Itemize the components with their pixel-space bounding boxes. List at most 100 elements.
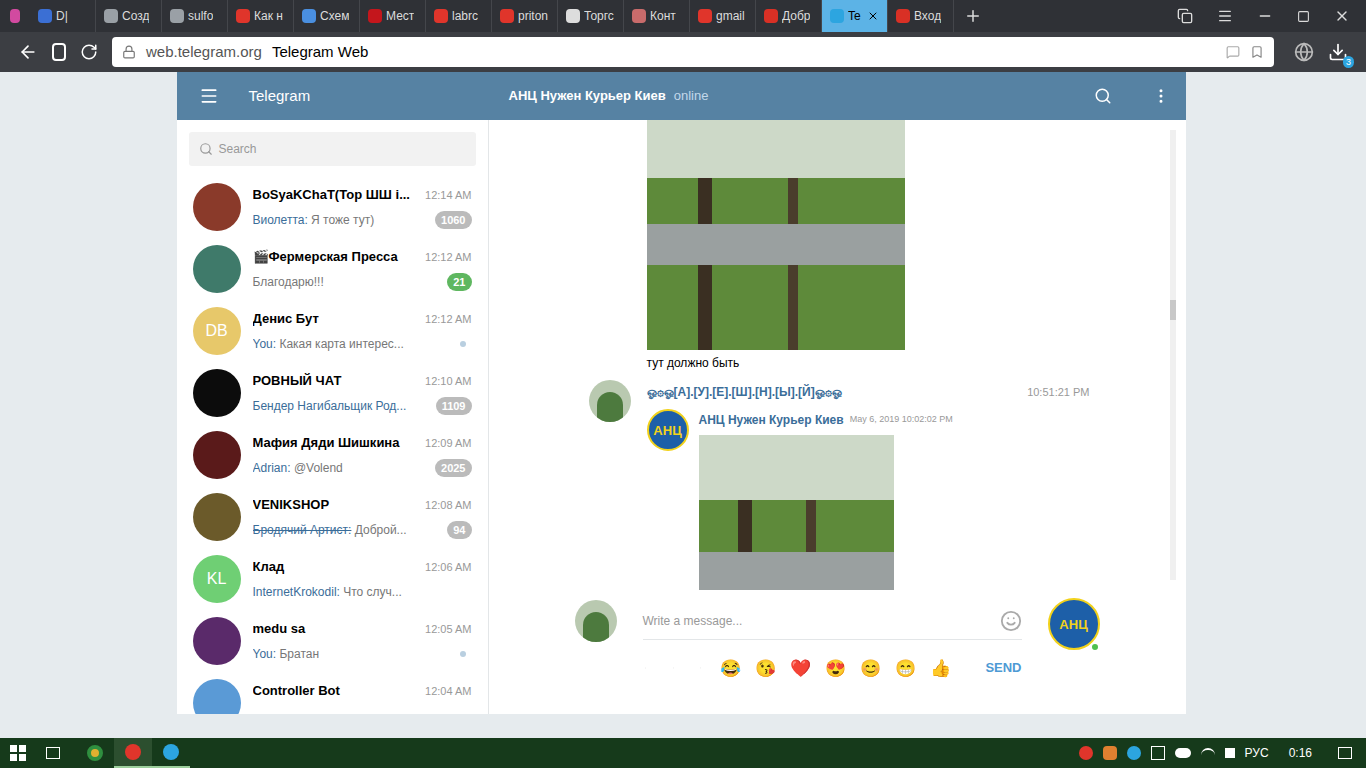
emoji-button[interactable]: 😂: [720, 660, 741, 677]
chat-list: BoSyaKChaT(Тор ШШ і...12:14 AMВиолетта: …: [177, 176, 488, 714]
url-field[interactable]: web.telegram.orgTelegram Web: [112, 37, 1274, 67]
emoji-button[interactable]: 😁: [895, 660, 916, 677]
tabs-icon[interactable]: [1177, 8, 1193, 24]
new-tab-icon[interactable]: [964, 7, 982, 25]
tray-wifi-icon[interactable]: [1201, 748, 1215, 758]
message-input[interactable]: Write a message...: [643, 598, 1022, 640]
message-author[interactable]: ஓ۞ஓ[А].[У].[Е].[Ш].[Н].[Ы].[Й]ஓ۞ஓ: [647, 383, 1028, 401]
menu-icon[interactable]: [199, 86, 219, 106]
browser-tab[interactable]: priton: [492, 0, 558, 32]
task-view-icon[interactable]: [46, 747, 60, 759]
tab-favicon-icon: [38, 9, 52, 23]
attach-file-icon[interactable]: [645, 658, 646, 678]
tab-strip: D|СоздsulfoКак нСхемМестlabrcpritonТоргс…: [0, 0, 1366, 32]
close-window-icon[interactable]: [1334, 8, 1350, 24]
chat-item[interactable]: 🎬Фермерская Пресса12:12 AM Благодарю!!!2…: [177, 238, 488, 300]
yandex-task-icon[interactable]: [114, 738, 152, 768]
browser-tab[interactable]: Вход: [888, 0, 954, 32]
chat-item[interactable]: VENIKSHOP12:08 AMБродячий Артист: Доброй…: [177, 486, 488, 548]
emoji-icon[interactable]: [1000, 610, 1022, 632]
tab-favicon-icon: [764, 9, 778, 23]
yandex-icon[interactable]: [10, 9, 20, 23]
tray-volume-icon[interactable]: [1225, 748, 1235, 758]
tab-favicon-icon: [632, 9, 646, 23]
message-time: 10:51:21 PM: [1027, 384, 1089, 401]
clock[interactable]: 0:16: [1289, 744, 1312, 762]
emoji-button[interactable]: 👍: [930, 660, 951, 677]
chrome-icon[interactable]: [76, 738, 114, 768]
language-indicator[interactable]: РУС: [1245, 744, 1269, 762]
address-bar: web.telegram.orgTelegram Web3: [0, 32, 1366, 72]
bookmark-icon[interactable]: [1250, 45, 1264, 59]
globe-icon[interactable]: [1294, 42, 1314, 62]
tab-favicon-icon: [368, 9, 382, 23]
browser-tab[interactable]: sulfo: [162, 0, 228, 32]
search-field[interactable]: Search: [189, 132, 476, 166]
tray-lang-icon[interactable]: [1151, 746, 1165, 760]
tray-app-icon[interactable]: [1103, 746, 1117, 760]
yandex-logo-icon[interactable]: [52, 43, 66, 61]
chat-avatar: [193, 245, 241, 293]
back-icon[interactable]: [18, 42, 38, 62]
tray-yandex-icon[interactable]: [1079, 746, 1093, 760]
screen: D|СоздsulfoКак нСхемМестlabrcpritonТоргс…: [0, 0, 1366, 768]
voice-icon[interactable]: [700, 658, 701, 678]
reader-icon[interactable]: [1226, 45, 1240, 59]
browser-tab[interactable]: D|: [30, 0, 96, 32]
chat-avatar: [193, 493, 241, 541]
emoji-button[interactable]: ❤️: [790, 660, 811, 677]
browser-tab[interactable]: gmail: [690, 0, 756, 32]
chat-title[interactable]: АНЦ Нужен Курьер Киев: [509, 86, 666, 106]
tab-favicon-icon: [500, 9, 514, 23]
attach-photo-icon[interactable]: [673, 658, 674, 678]
chat-item[interactable]: BoSyaKChaT(Тор ШШ і...12:14 AMВиолетта: …: [177, 176, 488, 238]
tray-telegram-icon[interactable]: [1127, 746, 1141, 760]
message-area: тут должно бытьஓ۞ஓ[А].[У].[Е].[Ш].[Н].[Ы…: [489, 120, 1186, 590]
telegram-task-icon[interactable]: [152, 738, 190, 768]
chat-item[interactable]: Controller Bot12:04 AM: [177, 672, 488, 714]
browser-tab[interactable]: Торгс: [558, 0, 624, 32]
emoji-button[interactable]: 😍: [825, 660, 846, 677]
close-tab-icon[interactable]: [867, 10, 879, 22]
browser-menu-icon[interactable]: [1217, 8, 1233, 24]
user-avatar[interactable]: [589, 380, 631, 422]
tab-favicon-icon: [170, 9, 184, 23]
browser-tab[interactable]: labrc: [426, 0, 492, 32]
taskbar: РУС 0:16: [0, 738, 1366, 768]
browser-tab[interactable]: Схем: [294, 0, 360, 32]
chat-status: online: [674, 86, 709, 106]
search-icon[interactable]: [1094, 87, 1112, 105]
browser-tab[interactable]: Конт: [624, 0, 690, 32]
minimize-icon[interactable]: [1257, 8, 1273, 24]
reload-icon[interactable]: [80, 43, 98, 61]
chat-item[interactable]: medu sa12:05 AMYou: Братан: [177, 610, 488, 672]
chat-avatar: [193, 183, 241, 231]
windows-icon[interactable]: [10, 745, 26, 761]
unread-badge: 1060: [435, 211, 471, 229]
notifications-icon[interactable]: [1338, 747, 1352, 759]
message: ஓ۞ஓ[А].[У].[Е].[Ш].[Н].[Ы].[Й]ஓ۞ஓ10:51:2…: [589, 380, 1090, 590]
header: TelegramАНЦ Нужен Курьер Киевonline: [177, 72, 1186, 120]
send-button[interactable]: SEND: [985, 658, 1021, 678]
browser-tab[interactable]: Мест: [360, 0, 426, 32]
sidebar: Search BoSyaKChaT(Тор ШШ і...12:14 AMВиол…: [177, 120, 489, 714]
chat-item[interactable]: DBДенис Бут12:12 AMYou: Какая карта инте…: [177, 300, 488, 362]
chat-item[interactable]: KLКлад12:06 AMInternetKrokodil: Что случ…: [177, 548, 488, 610]
scrollbar[interactable]: [1170, 130, 1176, 580]
browser-tab[interactable]: Как н: [228, 0, 294, 32]
browser-tab[interactable]: Te: [822, 0, 888, 32]
page: TelegramАНЦ Нужен Курьер КиевonlineSearc…: [0, 72, 1366, 738]
forwarded-from[interactable]: АНЦ Нужен Курьер Киев: [699, 411, 844, 429]
chat-item[interactable]: РОВНЫЙ ЧАТ12:10 AMБендер Нагибальщик Род…: [177, 362, 488, 424]
user-avatar[interactable]: [575, 600, 617, 642]
maximize-icon[interactable]: [1297, 10, 1310, 23]
browser-tab[interactable]: Добр: [756, 0, 822, 32]
emoji-button[interactable]: 😊: [860, 660, 881, 677]
more-icon[interactable]: [1152, 87, 1170, 105]
photo[interactable]: [699, 435, 894, 590]
photo[interactable]: [647, 120, 905, 350]
chat-item[interactable]: Мафия Дяди Шишкина12:09 AMAdrian: @Volen…: [177, 424, 488, 486]
tray-cloud-icon[interactable]: [1175, 748, 1191, 758]
browser-tab[interactable]: Созд: [96, 0, 162, 32]
emoji-button[interactable]: 😘: [755, 660, 776, 677]
